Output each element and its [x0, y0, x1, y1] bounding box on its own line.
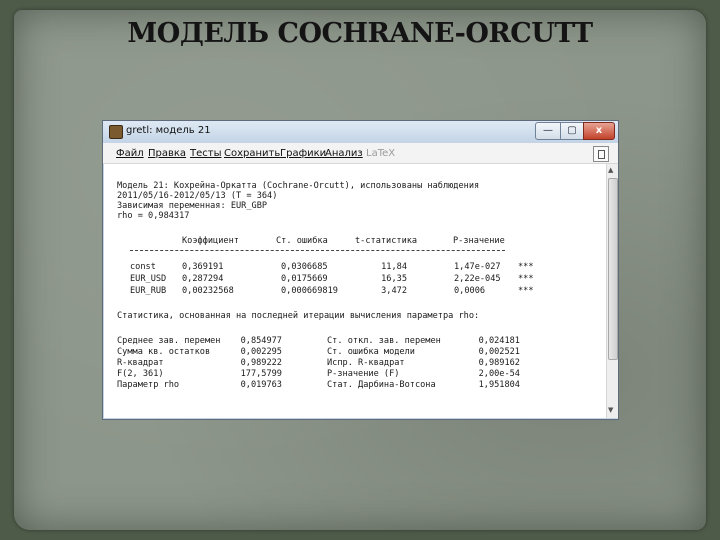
scroll-up-icon[interactable]: ▲: [608, 166, 613, 174]
stat-left-label: Среднее зав. перемен: [117, 336, 221, 346]
coef-row-p: 0,0006: [454, 286, 486, 296]
p-header: P-значение: [453, 236, 505, 246]
se-header: Ст. ошибка: [276, 236, 328, 246]
stat-left-label: F(2, 361): [117, 369, 164, 379]
coef-row-se: 0,0175669: [281, 274, 328, 284]
menu-bar: Файл Правка Тесты Сохранить Графики Анал…: [103, 143, 618, 164]
menu-file[interactable]: Файл: [116, 148, 144, 159]
stat-left-value: 0,002295: [240, 347, 282, 357]
output-header-line: rho = 0,984317: [117, 211, 190, 221]
menu-tests[interactable]: Тесты: [190, 148, 221, 159]
coef-row-coef: 0,287294: [182, 274, 224, 284]
stat-left-value: 177,5799: [240, 369, 282, 379]
menu-analysis[interactable]: Анализ: [325, 148, 363, 159]
coef-row-se: 0,000669819: [281, 286, 338, 296]
stat-right-label: Стат. Дарбина-Вотсона: [327, 380, 436, 390]
gretl-model-window: gretl: модель 21 — ▢ x Файл Правка Тесты…: [102, 120, 619, 420]
stat-right-value: 2,00e-54: [478, 369, 520, 379]
minimize-button[interactable]: —: [535, 122, 561, 140]
stat-right-label: Испр. R-квадрат: [327, 358, 405, 368]
maximize-button[interactable]: ▢: [560, 122, 584, 140]
coef-row-coef: 0,369191: [182, 262, 224, 272]
menu-graphs[interactable]: Графики: [280, 148, 326, 159]
coef-row-stars: ***: [518, 262, 534, 272]
coef-row-t: 11,84: [381, 262, 407, 272]
t-header: t-статистика: [355, 236, 418, 246]
coef-header: Коэффициент: [182, 236, 239, 246]
menu-latex[interactable]: LaTeX: [366, 148, 395, 159]
output-header-line: Зависимая переменная: EUR_GBP: [117, 201, 268, 211]
coef-row-t: 16,35: [381, 274, 407, 284]
gretl-app-icon: [109, 125, 123, 139]
stat-left-label: Параметр rho: [117, 380, 180, 390]
stat-right-label: Ст. ошибка модели: [327, 347, 415, 357]
coef-row-p: 1,47e-027: [454, 262, 501, 272]
stats-caption: Статистика, основанная на последней итер…: [117, 311, 480, 321]
coef-row-se: 0,0306685: [281, 262, 328, 272]
table-rule: [130, 250, 505, 251]
model-output-text[interactable]: Модель 21: Кохрейна-Оркатта (Cochrane-Or…: [104, 164, 605, 418]
stat-right-value: 1,951804: [478, 380, 520, 390]
stat-right-value: 0,024181: [478, 336, 520, 346]
close-button[interactable]: x: [583, 122, 615, 140]
coef-row-p: 2,22e-045: [454, 274, 501, 284]
coef-row-name: const: [130, 262, 156, 272]
stat-right-label: Ст. откл. зав. перемен: [327, 336, 441, 346]
vertical-scrollbar[interactable]: ▲ ▼: [606, 164, 618, 418]
coef-row-stars: ***: [518, 274, 534, 284]
coef-row-coef: 0,00232568: [182, 286, 234, 296]
stat-left-value: 0,989222: [240, 358, 282, 368]
stat-right-value: 0,002521: [478, 347, 520, 357]
slide-title: МОДЕЛЬ COCHRANE-ORCUTT: [127, 18, 593, 49]
coef-row-name: EUR_USD: [130, 274, 167, 284]
output-header-line: Модель 21: Кохрейна-Оркатта (Cochrane-Or…: [117, 181, 480, 191]
stat-left-value: 0,019763: [240, 380, 282, 390]
menu-edit[interactable]: Правка: [148, 148, 186, 159]
coef-row-stars: ***: [518, 286, 534, 296]
output-header-line: 2011/05/16-2012/05/13 (T = 364): [117, 191, 278, 201]
scrollbar-thumb[interactable]: [608, 178, 618, 360]
window-titlebar[interactable]: gretl: модель 21 — ▢ x: [103, 121, 618, 143]
window-title: gretl: модель 21: [126, 125, 211, 136]
stat-left-label: R-квадрат: [117, 358, 164, 368]
scroll-down-icon[interactable]: ▼: [608, 406, 613, 414]
coef-row-t: 3,472: [381, 286, 407, 296]
stat-right-value: 0,989162: [478, 358, 520, 368]
copy-icon[interactable]: [593, 146, 609, 162]
coef-row-name: EUR_RUB: [130, 286, 167, 296]
stat-right-label: Р-значение (F): [327, 369, 400, 379]
stat-left-label: Сумма кв. остатков: [117, 347, 211, 357]
stat-left-value: 0,854977: [240, 336, 282, 346]
menu-save[interactable]: Сохранить: [224, 148, 280, 159]
